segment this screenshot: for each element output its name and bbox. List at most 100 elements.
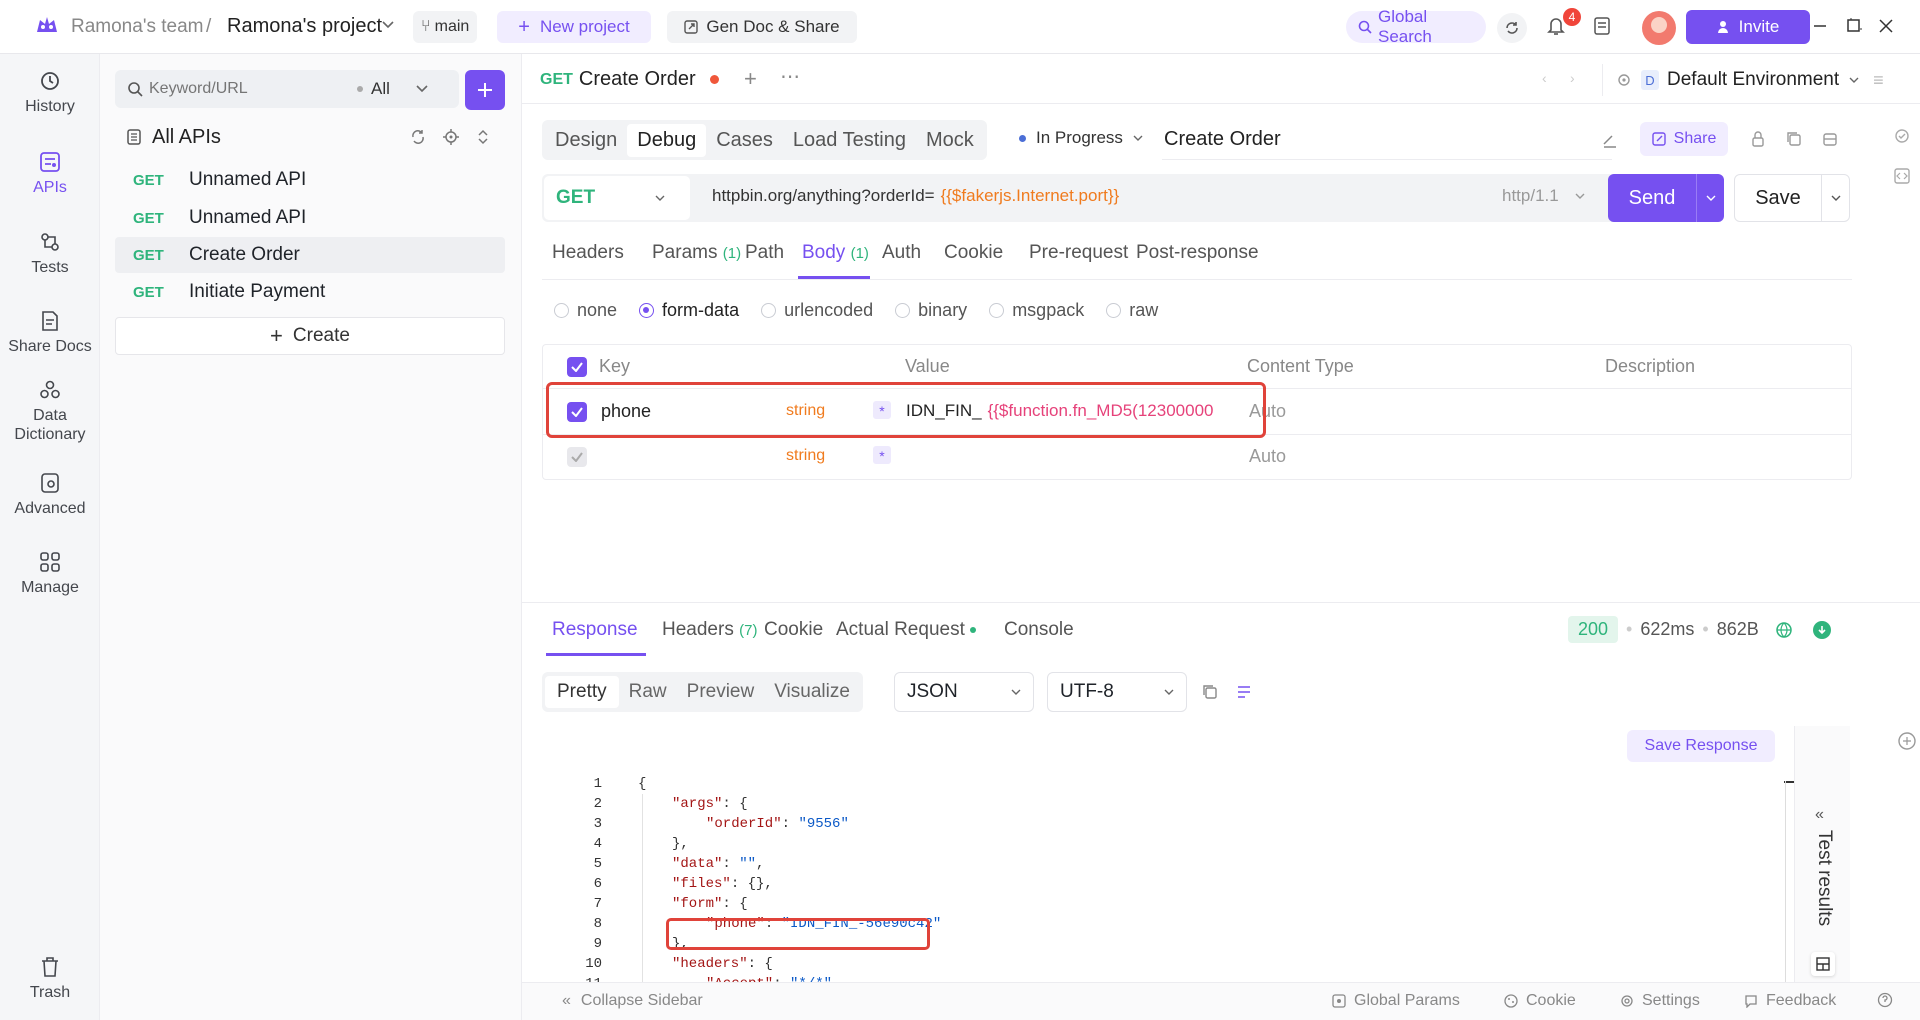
search-input[interactable]	[149, 76, 349, 102]
project-name[interactable]: Ramona's project	[227, 15, 382, 38]
copy-icon[interactable]	[1202, 684, 1218, 700]
environment-selector[interactable]: D Default Environment ≡	[1602, 64, 1902, 96]
maximize-icon[interactable]	[1846, 18, 1862, 34]
radio-msgpack[interactable]: msgpack	[989, 300, 1084, 321]
chevron-down-icon[interactable]	[382, 21, 394, 29]
tab-params[interactable]: Params (1)	[652, 242, 741, 264]
expand-collapse-icon[interactable]	[475, 129, 491, 145]
list-item[interactable]: GET Create Order	[115, 237, 505, 273]
rail-manage[interactable]: Manage	[0, 551, 100, 597]
gen-doc-share-button[interactable]: Gen Doc & Share	[667, 11, 857, 43]
save-button[interactable]: Save	[1734, 174, 1850, 222]
tab-debug[interactable]: Debug	[627, 123, 707, 157]
status-select[interactable]: In Progress	[1019, 128, 1143, 148]
tab-headers[interactable]: Headers	[552, 242, 624, 264]
collapse-sidebar-button[interactable]: « Collapse Sidebar	[562, 992, 703, 1010]
radio-none[interactable]: none	[554, 300, 617, 321]
locate-icon[interactable]	[443, 129, 459, 145]
required-marker[interactable]: *	[873, 446, 891, 464]
tab-visualize[interactable]: Visualize	[764, 676, 860, 708]
archive-icon[interactable]	[1822, 131, 1838, 147]
minimize-icon[interactable]	[1812, 18, 1828, 34]
chevron-down-icon[interactable]	[1696, 174, 1724, 222]
tab-console[interactable]: Console	[1004, 619, 1074, 641]
save-response-button[interactable]: Save Response	[1627, 730, 1775, 762]
rail-share-docs[interactable]: Share Docs	[0, 310, 100, 356]
row-checkbox[interactable]	[567, 447, 587, 467]
global-search-button[interactable]: Global Search	[1346, 7, 1486, 46]
tab-auth[interactable]: Auth	[882, 242, 921, 264]
url-input[interactable]: httpbin.org/anything?orderId= {{$fakerjs…	[712, 186, 1119, 206]
refresh-icon[interactable]	[410, 129, 426, 145]
more-tabs-icon[interactable]: ⋯	[780, 64, 800, 89]
radio-raw[interactable]: raw	[1106, 300, 1158, 321]
help-icon[interactable]	[1877, 992, 1893, 1008]
sidebar-check-icon[interactable]	[1894, 128, 1910, 144]
list-item[interactable]: GET Initiate Payment	[115, 274, 505, 310]
tab-mock[interactable]: Mock	[916, 124, 984, 157]
feedback-button[interactable]: Feedback	[1744, 992, 1836, 1010]
format-code-icon[interactable]	[1236, 684, 1252, 700]
layout-icon[interactable]	[1811, 952, 1835, 976]
tab-create-order[interactable]: GET Create Order	[540, 68, 719, 91]
new-tab-plus-icon[interactable]: +	[744, 66, 757, 92]
rail-tests[interactable]: Tests	[0, 231, 100, 277]
invite-button[interactable]: Invite	[1686, 10, 1810, 44]
protocol-select[interactable]: http/1.1	[1502, 186, 1585, 206]
notes-icon[interactable]	[1594, 17, 1610, 35]
send-button[interactable]: Send	[1608, 174, 1724, 222]
tab-path[interactable]: Path	[745, 242, 784, 264]
radio-form-data[interactable]: form-data	[639, 300, 739, 321]
tab-pretty[interactable]: Pretty	[545, 676, 619, 708]
tab-design[interactable]: Design	[545, 124, 627, 157]
avatar[interactable]	[1642, 11, 1676, 45]
globe-icon[interactable]	[1775, 621, 1793, 639]
encoding-select[interactable]: UTF-8	[1047, 672, 1187, 712]
select-all-checkbox[interactable]	[567, 357, 587, 377]
rail-history[interactable]: History	[0, 70, 100, 116]
chevron-right-icon[interactable]: ›	[1570, 70, 1575, 86]
scrollbar-track[interactable]	[1785, 781, 1786, 1013]
chevron-left-icon[interactable]: ‹	[1542, 70, 1547, 86]
team-name[interactable]: Ramona's team	[71, 16, 203, 38]
create-api-button[interactable]: + Create	[115, 317, 505, 355]
branch-selector[interactable]: ⑂ main	[413, 11, 478, 43]
tab-pre-request[interactable]: Pre-request	[1029, 242, 1128, 264]
rail-advanced[interactable]: Advanced	[0, 472, 100, 518]
api-name-field[interactable]: Create Order	[1162, 120, 1612, 160]
tab-response-cookie[interactable]: Cookie	[764, 619, 823, 641]
code-icon[interactable]	[1894, 168, 1910, 184]
rail-apis[interactable]: APIs	[0, 151, 100, 197]
sync-icon[interactable]	[1497, 13, 1527, 43]
cookie-button[interactable]: Cookie	[1504, 992, 1576, 1010]
new-project-button[interactable]: + New project	[497, 11, 651, 43]
row-content-type[interactable]: Auto	[1249, 446, 1286, 467]
chevron-down-icon[interactable]	[1821, 175, 1849, 221]
ai-assistant-icon[interactable]	[1896, 730, 1918, 752]
settings-button[interactable]: Settings	[1620, 992, 1700, 1010]
tab-cookie[interactable]: Cookie	[944, 242, 1003, 264]
list-item[interactable]: GET Unnamed API	[115, 200, 505, 236]
lock-icon[interactable]	[1750, 131, 1766, 147]
download-icon[interactable]	[1812, 620, 1831, 639]
tab-response-headers[interactable]: Headers (7)	[662, 619, 757, 641]
radio-binary[interactable]: binary	[895, 300, 967, 321]
close-icon[interactable]	[1878, 18, 1894, 34]
tab-response[interactable]: Response	[552, 619, 638, 641]
radio-urlencoded[interactable]: urlencoded	[761, 300, 873, 321]
method-select[interactable]: GET	[544, 176, 690, 220]
code-viewer[interactable]: 1 {2 "args": {3 "orderId": "9556" 4}, 5 "data"…	[542, 774, 1818, 1014]
filter-select[interactable]: All	[357, 70, 428, 108]
tab-raw[interactable]: Raw	[619, 676, 677, 708]
tab-body[interactable]: Body (1)	[802, 242, 869, 264]
edit-icon[interactable]	[1602, 132, 1618, 148]
tab-preview[interactable]: Preview	[677, 676, 765, 708]
rail-trash[interactable]: Trash	[0, 956, 100, 1002]
double-chevron-left-icon[interactable]: «	[1815, 806, 1824, 824]
test-results-panel[interactable]: « Test results	[1794, 726, 1850, 996]
format-select[interactable]: JSON	[894, 672, 1034, 712]
tab-actual-request[interactable]: Actual Request	[836, 619, 977, 641]
row-type[interactable]: string	[786, 447, 825, 465]
tab-cases[interactable]: Cases	[706, 124, 783, 157]
list-item[interactable]: GET Unnamed API	[115, 162, 505, 198]
